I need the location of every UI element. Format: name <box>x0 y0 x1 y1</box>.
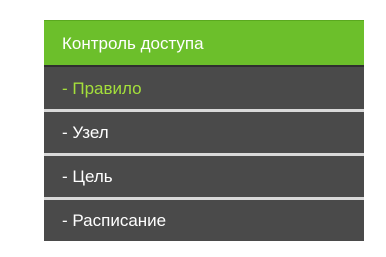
menu-item-target[interactable]: - Цель <box>44 153 364 197</box>
menu-item-label: - Цель <box>62 167 113 186</box>
menu-item-label: - Узел <box>62 123 109 142</box>
menu-item-rule[interactable]: - Правило <box>44 65 364 109</box>
menu-item-host[interactable]: - Узел <box>44 109 364 153</box>
menu-section-title: Контроль доступа <box>62 33 204 53</box>
menu-item-label: - Правило <box>62 78 142 98</box>
menu-section-access-control[interactable]: Контроль доступа <box>44 20 364 65</box>
sidebar-menu: Контроль доступа - Правило - Узел - Цель… <box>44 20 364 241</box>
menu-item-schedule[interactable]: - Расписание <box>44 197 364 241</box>
menu-item-label: - Расписание <box>62 211 167 230</box>
